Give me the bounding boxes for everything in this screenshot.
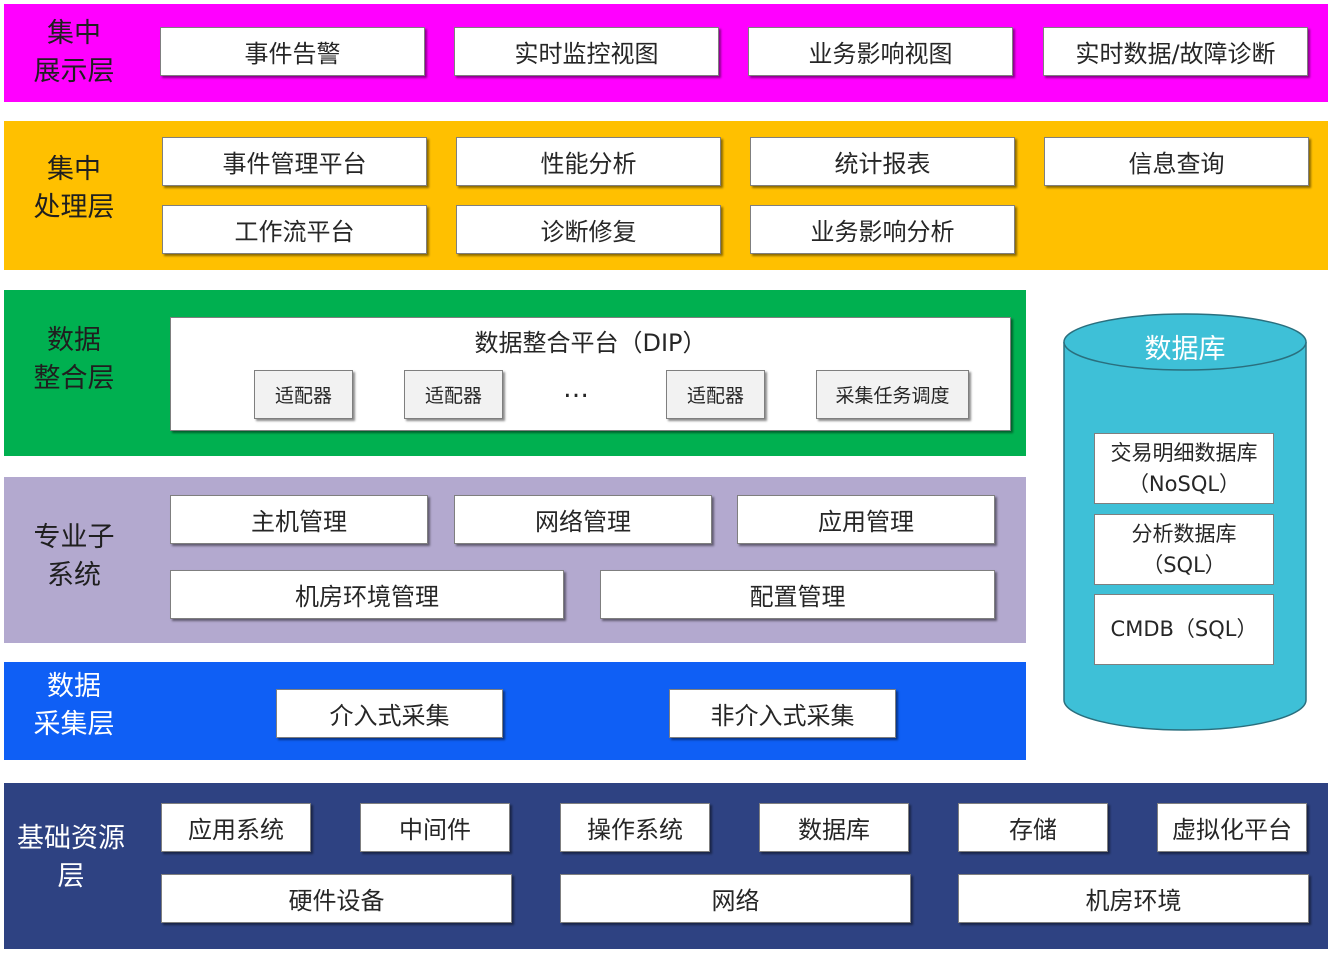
infrastructure-layer-label: 基础资源 层 xyxy=(17,823,125,892)
analysis-db-box[interactable]: 分析数据库 （SQL） xyxy=(1094,514,1274,585)
event-alarm-box[interactable]: 事件告警 xyxy=(160,27,425,76)
operating-system-box[interactable]: 操作系统 xyxy=(560,803,710,852)
adapter-box-1[interactable]: 适配器 xyxy=(254,370,353,419)
realtime-data-diagnosis-box[interactable]: 实时数据/故障诊断 xyxy=(1043,27,1308,76)
hardware-device-box[interactable]: 硬件设备 xyxy=(161,874,512,923)
info-query-box[interactable]: 信息查询 xyxy=(1044,137,1309,186)
database-title: 数据库 xyxy=(1144,334,1226,365)
collection-task-scheduler-box[interactable]: 采集任务调度 xyxy=(816,370,969,419)
integration-layer: 数据 整合层 数据整合平台（DIP） 适配器 适配器 … 适配器 采集任务调度 xyxy=(4,290,1026,456)
business-impact-view-box[interactable]: 业务影响视图 xyxy=(748,27,1013,76)
event-management-platform-box[interactable]: 事件管理平台 xyxy=(162,137,427,186)
host-management-box[interactable]: 主机管理 xyxy=(170,495,428,544)
integration-layer-label: 数据 整合层 xyxy=(33,325,115,394)
network-resource-box[interactable]: 网络 xyxy=(560,874,911,923)
network-management-box[interactable]: 网络管理 xyxy=(454,495,712,544)
presentation-layer: 集中 展示层 事件告警 实时监控视图 业务影响视图 实时数据/故障诊断 xyxy=(4,4,1328,102)
intrusive-collection-box[interactable]: 介入式采集 xyxy=(276,689,503,738)
presentation-layer-label: 集中 展示层 xyxy=(33,18,115,87)
configuration-management-box[interactable]: 配置管理 xyxy=(600,570,995,619)
transaction-detail-db-box[interactable]: 交易明细数据库 （NoSQL） xyxy=(1094,433,1274,504)
infrastructure-layer: 基础资源 层 应用系统 中间件 操作系统 数据库 存储 虚拟化平台 硬件设备 网… xyxy=(4,783,1328,949)
realtime-monitor-view-box[interactable]: 实时监控视图 xyxy=(454,27,719,76)
adapter-box-3[interactable]: 适配器 xyxy=(666,370,765,419)
adapter-box-2[interactable]: 适配器 xyxy=(404,370,503,419)
subsystems-layer: 专业子 系统 主机管理 网络管理 应用管理 机房环境管理 配置管理 xyxy=(4,477,1026,643)
performance-analysis-box[interactable]: 性能分析 xyxy=(456,137,721,186)
dip-platform-title: 数据整合平台（DIP） xyxy=(474,329,707,357)
statistical-report-box[interactable]: 统计报表 xyxy=(750,137,1015,186)
database-cylinder: 数据库 交易明细数据库 （NoSQL） 分析数据库 （SQL） CMDB（SQL… xyxy=(1060,310,1310,736)
collection-layer: 数据 采集层 介入式采集 非介入式采集 xyxy=(4,662,1026,760)
workflow-platform-box[interactable]: 工作流平台 xyxy=(162,205,427,254)
dip-platform-panel[interactable]: 数据整合平台（DIP） 适配器 适配器 … 适配器 采集任务调度 xyxy=(170,317,1011,431)
database-resource-box[interactable]: 数据库 xyxy=(759,803,909,852)
virtualization-platform-box[interactable]: 虚拟化平台 xyxy=(1157,803,1307,852)
middleware-box[interactable]: 中间件 xyxy=(360,803,510,852)
business-impact-analysis-box[interactable]: 业务影响分析 xyxy=(750,205,1015,254)
application-system-box[interactable]: 应用系统 xyxy=(161,803,311,852)
storage-box[interactable]: 存储 xyxy=(958,803,1108,852)
datacenter-environment-management-box[interactable]: 机房环境管理 xyxy=(170,570,564,619)
processing-layer: 集中 处理层 事件管理平台 性能分析 统计报表 信息查询 工作流平台 诊断修复 … xyxy=(4,121,1328,270)
non-intrusive-collection-box[interactable]: 非介入式采集 xyxy=(669,689,896,738)
subsystems-layer-label: 专业子 系统 xyxy=(33,522,115,591)
processing-layer-label: 集中 处理层 xyxy=(33,153,115,223)
adapter-ellipsis: … xyxy=(563,374,589,404)
datacenter-environment-box[interactable]: 机房环境 xyxy=(958,874,1309,923)
cmdb-box[interactable]: CMDB（SQL） xyxy=(1094,594,1274,665)
diagnosis-repair-box[interactable]: 诊断修复 xyxy=(456,205,721,254)
collection-layer-label: 数据 采集层 xyxy=(33,671,115,740)
application-management-box[interactable]: 应用管理 xyxy=(737,495,995,544)
